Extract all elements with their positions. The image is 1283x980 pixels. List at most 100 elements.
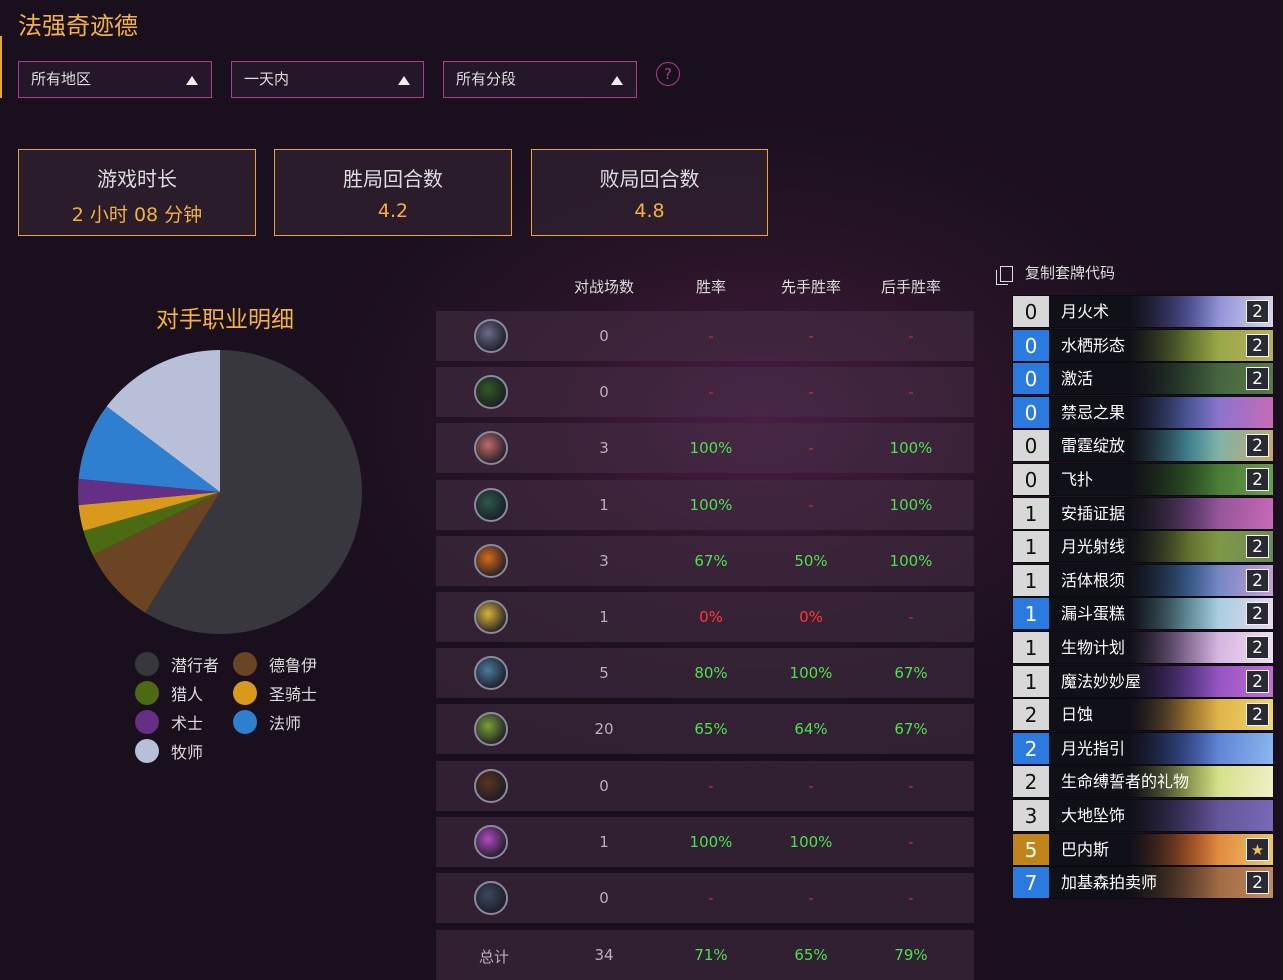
legend-label: 牧师: [171, 743, 204, 762]
deck-card[interactable]: 1 月光射线 2: [1012, 530, 1274, 564]
column-header[interactable]: 先手胜率: [761, 276, 861, 297]
card-cost: 1: [1013, 665, 1049, 697]
copy-icon: [996, 265, 1013, 285]
table-row: 0 - - -: [436, 311, 974, 361]
paladin-icon: [474, 600, 508, 634]
winrate-cell: 71%: [694, 946, 728, 964]
winrate-cell: 100%: [689, 495, 733, 514]
legend-swatch: [233, 681, 257, 705]
first-winrate-cell: 65%: [794, 946, 828, 964]
time-range-dropdown[interactable]: 一天内: [231, 61, 424, 98]
deck-card[interactable]: 1 魔法妙妙屋 2: [1012, 664, 1274, 698]
region-dropdown-label: 所有地区: [31, 70, 92, 88]
demon-hunter-icon: [474, 375, 508, 410]
card-cost: 0: [1013, 396, 1049, 428]
column-header[interactable]: 胜率: [661, 276, 761, 297]
deck-card[interactable]: 2 月光指引: [1012, 731, 1274, 765]
deck-card[interactable]: 0 水栖形态 2: [1012, 328, 1274, 362]
deck-card[interactable]: 0 月火术 2: [1012, 295, 1274, 328]
card-name: 水栖形态: [1061, 335, 1126, 355]
copy-deck-code-button[interactable]: 复制套牌代码: [996, 262, 1115, 285]
winrate-cell: 100%: [689, 439, 733, 458]
games-cell: 5: [599, 664, 609, 683]
second-winrate-cell: -: [908, 608, 914, 626]
first-winrate-cell: -: [808, 776, 814, 795]
legend-item[interactable]: 猎人: [135, 681, 203, 705]
games-cell: 1: [599, 832, 609, 851]
stat-game-duration: 游戏时长 2 小时 08 分钟: [18, 149, 256, 236]
deck-card[interactable]: 1 生物计划 2: [1012, 631, 1274, 664]
stat-value: 4.8: [634, 200, 665, 222]
deck-card[interactable]: 1 活体根须 2: [1012, 563, 1274, 597]
card-cost: 7: [1013, 867, 1049, 899]
card-count: 2: [1246, 568, 1269, 592]
card-cost: 1: [1013, 564, 1049, 596]
table-row: 0 - - -: [436, 760, 974, 811]
deck-card[interactable]: 0 雷霆绽放 2: [1012, 429, 1274, 463]
card-count: 2: [1246, 468, 1269, 491]
warrior-icon: [474, 319, 508, 353]
hunter-icon: [474, 487, 508, 522]
legend-item[interactable]: 术士: [135, 710, 203, 734]
deck-card[interactable]: 5 巴内斯 ★: [1012, 832, 1274, 866]
first-winrate-cell: 100%: [789, 664, 833, 683]
games-cell: 1: [599, 608, 609, 626]
first-winrate-cell: -: [808, 889, 814, 907]
region-dropdown[interactable]: 所有地区: [18, 61, 212, 98]
deck-card[interactable]: 1 漏斗蛋糕 2: [1012, 597, 1274, 631]
deck-card[interactable]: 2 生命缚誓者的礼物: [1012, 765, 1274, 799]
second-winrate-cell: 100%: [889, 439, 933, 458]
legend-item[interactable]: 法师: [233, 710, 301, 734]
legend-item[interactable]: 德鲁伊: [233, 652, 317, 676]
table-row: 3 67% 50% 100%: [436, 535, 974, 586]
card-cost: 1: [1013, 632, 1049, 663]
deck-card[interactable]: 2 日蚀 2: [1012, 698, 1274, 732]
card-cost: 1: [1013, 531, 1049, 563]
table-row: 0 - - -: [436, 367, 974, 418]
card-cost: 1: [1013, 598, 1049, 630]
legend-label: 术士: [171, 714, 204, 733]
legend-item[interactable]: 圣骑士: [233, 681, 317, 705]
total-label: 总计: [478, 948, 509, 966]
table-row: 3 100% - 100%: [436, 423, 974, 474]
priest-icon: [474, 824, 508, 859]
card-cost: 1: [1013, 497, 1049, 529]
first-winrate-cell: 100%: [789, 832, 833, 851]
first-winrate-cell: -: [808, 383, 814, 402]
stat-label: 胜局回合数: [343, 167, 443, 191]
rank-dropdown[interactable]: 所有分段: [443, 61, 637, 98]
winrate-cell: 80%: [694, 664, 728, 683]
card-count: 2: [1246, 871, 1269, 895]
card-name: 加基森拍卖师: [1061, 873, 1158, 893]
help-icon[interactable]: ?: [656, 62, 680, 86]
legend-swatch: [135, 739, 159, 763]
table-row: 1 100% - 100%: [436, 479, 974, 530]
deck-card[interactable]: 3 大地坠饰: [1012, 799, 1274, 832]
death-knight-icon: [474, 881, 508, 915]
rogue-icon: [474, 712, 508, 747]
card-count: 2: [1246, 602, 1269, 626]
legend-item[interactable]: 牧师: [135, 739, 203, 763]
winrate-cell: 65%: [694, 720, 728, 739]
deck-card[interactable]: 0 飞扑 2: [1012, 463, 1274, 496]
column-header[interactable]: 后手胜率: [861, 276, 961, 297]
card-cost: 0: [1013, 363, 1049, 395]
card-name: 月火术: [1061, 302, 1110, 321]
games-cell: 0: [599, 327, 609, 345]
card-name: 活体根须: [1061, 570, 1126, 590]
deck-card[interactable]: 1 安插证据: [1012, 496, 1274, 530]
deck-card[interactable]: 0 激活 2: [1012, 362, 1274, 396]
column-header[interactable]: 对战场数: [554, 276, 654, 297]
stat-value: 4.2: [377, 200, 409, 222]
deck-card[interactable]: 0 禁忌之果: [1012, 395, 1274, 429]
legend-item[interactable]: 潜行者: [135, 652, 219, 676]
card-count: 2: [1246, 669, 1269, 693]
card-name: 飞扑: [1061, 470, 1094, 489]
legend-swatch: [135, 681, 159, 705]
card-name: 禁忌之果: [1061, 402, 1126, 422]
deck-card[interactable]: 7 加基森拍卖师 2: [1012, 866, 1274, 900]
card-count: 2: [1246, 636, 1269, 659]
card-name: 安插证据: [1061, 503, 1126, 523]
winrate-cell: 67%: [694, 551, 728, 570]
winrate-cell: -: [708, 889, 714, 907]
